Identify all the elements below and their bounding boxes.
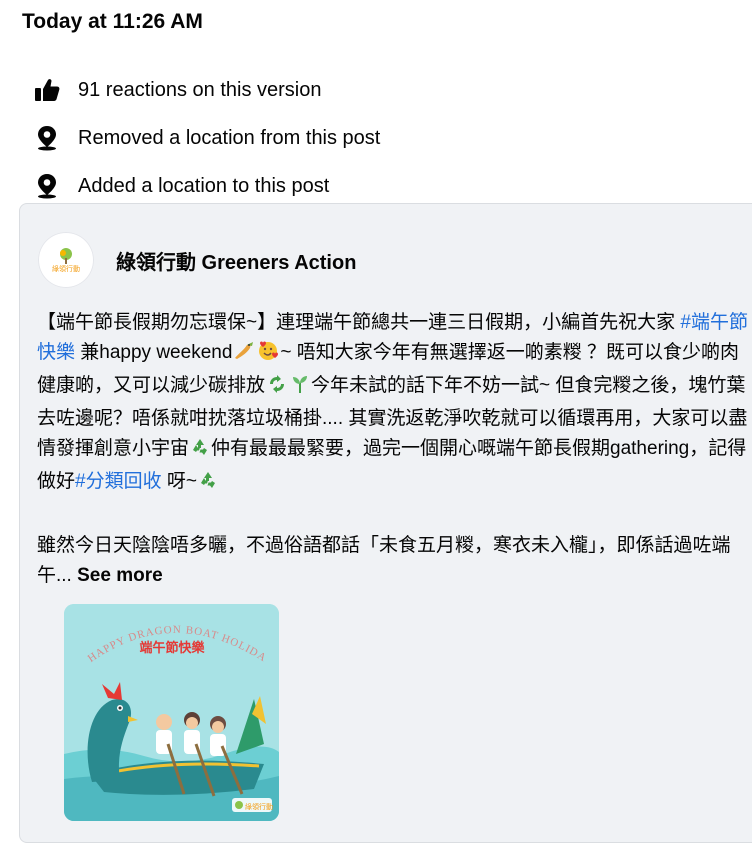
avatar[interactable]: 綠領行動 [38,232,94,288]
smiling-hearts-emoji-icon [257,339,279,371]
post-image[interactable]: HAPPY DRAGON BOAT HOLIDAY 端午節快樂 [64,604,279,821]
seedling-emoji-icon [290,374,310,404]
dragon-emoji-icon [233,341,255,371]
thumbs-up-icon [34,77,60,103]
see-more-link[interactable]: See more [77,565,163,586]
location-pin-icon [34,173,60,199]
recycle-icon [190,437,210,467]
version-timestamp: Today at 11:26 AM [22,10,203,33]
author-name[interactable]: 綠領行動 Greeners Action [116,246,356,275]
post-text-segment: 兼happy weekend [75,342,233,363]
history-item-text: Removed a location from this post [78,126,381,149]
post-preview-card: 綠領行動 綠領行動 Greeners Action 【端午節長假期勿忘環保~】連… [19,203,752,843]
tree-logo-icon [60,248,72,264]
hashtag-link[interactable]: #分類回收 [75,471,162,492]
history-item-location-removed: Removed a location from this post [34,114,380,162]
history-item-text: Added a location to this post [78,174,330,197]
post-text-segment: 呀~ [161,471,197,492]
history-item-text: 91 reactions on this version [78,78,322,101]
history-item-reactions: 91 reactions on this version [34,66,380,114]
image-title-text: 端午節快樂 [139,640,205,656]
image-logo-text: 綠領行動 [245,802,273,811]
post-text-segment: 【端午節長假期勿忘環保~】連理端午節總共一連三日假期，小編首先祝大家 [37,312,681,333]
avatar-logo-text: 綠領行動 [52,266,80,273]
recycle-globe-emoji-icon [266,374,288,404]
edit-history-list: 91 reactions on this version Removed a l… [34,66,380,210]
post-text-second-paragraph: 雖然今日天陰陰唔多曬，不過俗語都話「未食五月糉，寒衣未入櫳」，即係話過咗端午..… [37,531,752,591]
recycle-icon [198,470,218,500]
dragon-boat-illustration: HAPPY DRAGON BOAT HOLIDAY 端午節快樂 [64,604,279,821]
post-text: 【端午節長假期勿忘環保~】連理端午節總共一連三日假期，小編首先祝大家 #端午節快… [37,308,752,500]
post-author: 綠領行動 綠領行動 Greeners Action [38,232,356,288]
location-pin-icon [34,125,60,151]
